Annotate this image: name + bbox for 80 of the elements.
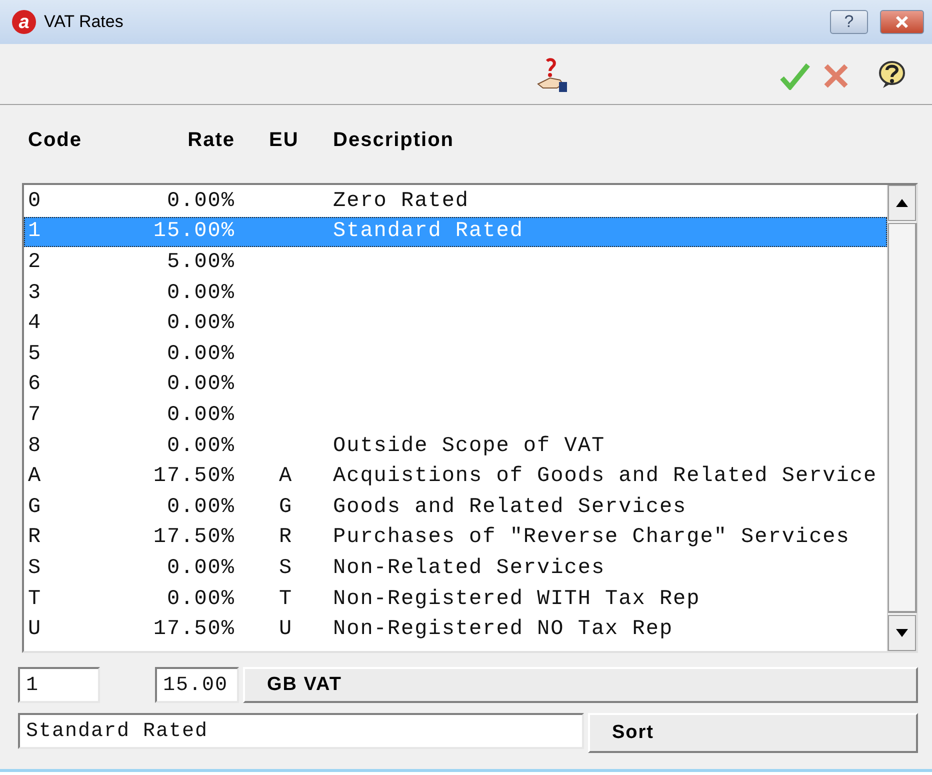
table-cell: Goods and Related Services <box>333 496 687 519</box>
table-cell: 0.00% <box>166 496 235 519</box>
table-cell: Non-Registered WITH Tax Rep <box>333 588 700 611</box>
help-button[interactable]: ? <box>830 10 868 34</box>
table-cell: S <box>28 556 42 580</box>
table-row[interactable]: 4 0.00% <box>24 308 887 339</box>
table-cell: 0.00% <box>166 282 235 305</box>
table-cell: 5 <box>28 342 42 366</box>
table-row[interactable]: 8 0.00% Outside Scope of VAT <box>24 430 887 462</box>
table-cell: A <box>28 465 42 488</box>
table-row[interactable]: R 17.50% R Purchases of "Reverse Charge" Services <box>24 522 887 554</box>
table-cell: 17.50% <box>153 526 235 550</box>
table-cell: 17.50% <box>153 465 235 488</box>
column-header[interactable]: EU <box>235 129 299 152</box>
table-cell: 0.00% <box>166 312 235 336</box>
table-cell: Standard Rated <box>333 220 524 244</box>
help-bubble-icon[interactable] <box>878 60 906 90</box>
table-cell: 0.00% <box>166 556 235 580</box>
table-cell: Acquistions of Goods and Related Service <box>333 465 878 488</box>
scroll-up-button[interactable] <box>888 185 916 221</box>
table-cell: 5.00% <box>166 250 235 274</box>
table-cell: 1 <box>28 220 42 244</box>
check-icon[interactable] <box>780 62 810 90</box>
table-row[interactable]: 6 0.00% <box>24 370 887 400</box>
window-title: VAT Rates <box>44 12 124 32</box>
table-cell-text: R <box>278 526 293 550</box>
table-cell: Non-Registered NO Tax Rep <box>333 618 674 642</box>
table-cell-text: G <box>278 496 293 519</box>
down-arrow-icon <box>896 629 908 637</box>
close-button[interactable] <box>880 10 924 34</box>
table-cell-text: S <box>278 556 293 580</box>
table-cell: 0.00% <box>166 434 235 458</box>
table-cell: 0.00% <box>166 588 235 611</box>
table-row[interactable]: 0 0.00% Zero Rated <box>24 186 887 217</box>
scroll-down-button[interactable] <box>888 615 916 651</box>
table-cell: 4 <box>28 312 42 336</box>
table-cell-text: T <box>278 588 293 611</box>
table-cell: 0 <box>28 190 42 213</box>
table-cell-text: U <box>278 618 293 642</box>
table-cell: 2 <box>28 250 42 274</box>
table-cell: 0.00% <box>166 190 235 213</box>
table-cell: 0.00% <box>166 373 235 396</box>
table-row[interactable]: A 17.50% A Acquistions of Goods and Related Service <box>24 461 887 492</box>
table-cell-text: A <box>278 465 293 488</box>
code-field[interactable]: 1 <box>18 667 100 703</box>
rate-field[interactable]: 15.00 <box>155 667 239 703</box>
app-logo: a <box>12 10 36 34</box>
table-cell: 3 <box>28 282 42 305</box>
table-cell: 8 <box>28 434 42 458</box>
table-row[interactable]: G 0.00% G Goods and Related Services <box>24 492 887 523</box>
table-cell: 17.50% <box>153 618 235 642</box>
table-cell: 0.00% <box>166 342 235 366</box>
table-row[interactable]: S 0.00% S Non-Related Services <box>24 553 887 584</box>
table-row[interactable]: U 17.50% U Non-Registered NO Tax Rep <box>24 614 887 645</box>
table-row[interactable]: 2 5.00% <box>24 247 887 278</box>
region-button[interactable]: GB VAT <box>243 667 918 703</box>
table-cell: 0.00% <box>166 404 235 427</box>
table-row[interactable]: 7 0.00% <box>24 400 887 431</box>
table-cell: Zero Rated <box>333 190 470 213</box>
table-row[interactable]: T 0.00% T Non-Registered WITH Tax Rep <box>24 584 887 614</box>
table-cell: 7 <box>28 404 42 427</box>
table-cell: 15.00% <box>153 220 235 244</box>
table-cell: T <box>28 588 42 611</box>
up-arrow-icon <box>896 199 908 207</box>
table-row[interactable]: 5 0.00% <box>24 338 887 370</box>
table-row[interactable]: 3 0.00% <box>24 278 887 308</box>
table-cell: Non-Related Services <box>333 556 606 580</box>
column-header[interactable]: Code <box>28 129 82 152</box>
column-header[interactable]: Rate <box>188 129 235 152</box>
scrollbar-thumb[interactable] <box>888 223 917 613</box>
description-field[interactable]: Standard Rated <box>18 713 584 749</box>
column-header[interactable]: Description <box>333 129 454 152</box>
table-cell: G <box>28 496 42 519</box>
table-cell: Purchases of "Reverse Charge" Services <box>333 526 850 550</box>
table-cell: U <box>28 618 42 642</box>
sort-button[interactable]: Sort <box>588 713 918 753</box>
table-cell: Outside Scope of VAT <box>333 434 606 458</box>
table-cell: R <box>28 526 42 550</box>
table-cell: 6 <box>28 373 42 396</box>
close-icon <box>894 15 910 29</box>
